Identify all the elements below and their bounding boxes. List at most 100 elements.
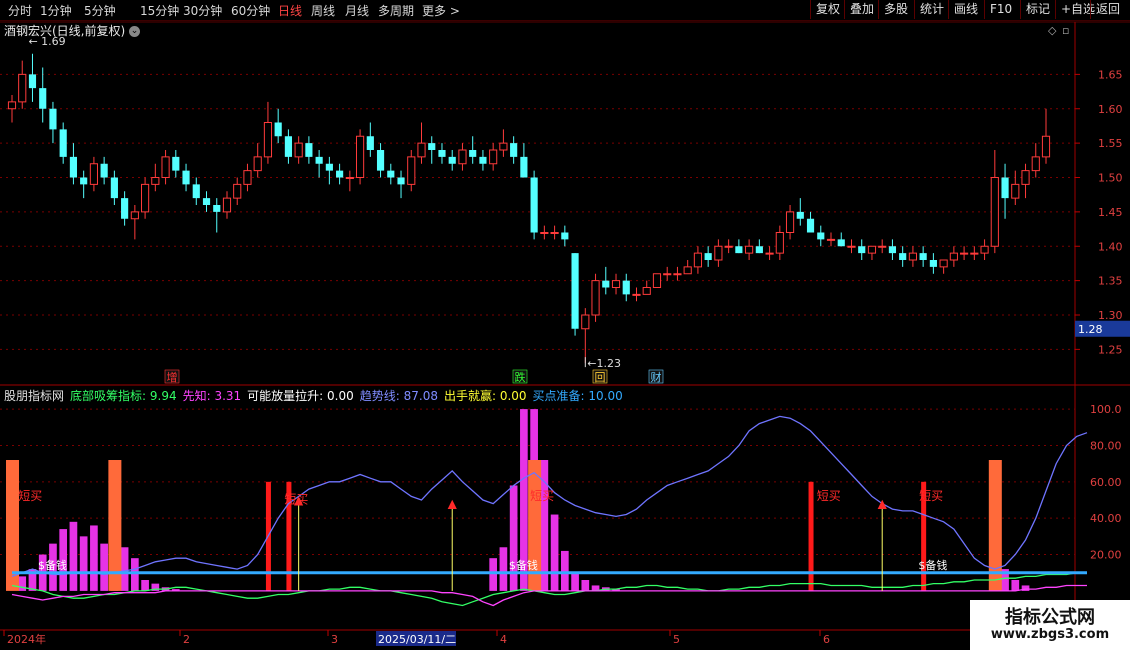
price-tick-label: 1.45 [1098, 206, 1123, 219]
candle [581, 308, 590, 364]
candle [929, 253, 937, 274]
candle-body [366, 136, 374, 150]
accumulation-bar [18, 576, 27, 591]
candle-body [80, 177, 88, 185]
candle [693, 246, 703, 274]
candle-body [448, 156, 456, 164]
candle [438, 143, 446, 164]
candle [970, 246, 979, 260]
candle-body [642, 287, 651, 295]
candle-body [550, 232, 559, 234]
candle [233, 177, 242, 205]
candle [376, 143, 385, 178]
x-tick-label: 5 [673, 633, 680, 646]
prepare-money-label: $备钱 [918, 558, 947, 572]
candle [775, 225, 784, 260]
candle-body [735, 246, 743, 254]
price-tick-label: 1.40 [1098, 240, 1123, 253]
candle [294, 136, 303, 164]
price-tick-label: 1.50 [1098, 172, 1123, 185]
candle [407, 150, 416, 192]
event-marker-label[interactable]: 增 [167, 370, 178, 384]
chart-canvas: ◇ ▫ 1.65 1.60 1.55 1.50 1.45 1.40 1.35 1.30 1.25… [0, 21, 1130, 646]
candle-body [110, 177, 118, 199]
buy-arrow-icon: ▲ [878, 497, 888, 511]
candle [867, 245, 877, 260]
candle [49, 101, 57, 144]
watermark-url: www.zbgs3.com [990, 627, 1110, 642]
price-tick-label: 1.60 [1098, 103, 1123, 116]
candle-body [336, 170, 344, 178]
x-tick-label: 2024年 [7, 632, 46, 646]
candle [530, 170, 538, 240]
diamond-icon[interactable]: ◇ [1048, 24, 1057, 37]
x-tick-label: 6 [823, 633, 830, 646]
short-buy-label: 短买 [530, 489, 554, 503]
accumulation-bar [571, 572, 579, 591]
price-tick-label: 1.65 [1098, 68, 1123, 81]
candle-body [274, 122, 282, 137]
candle [499, 129, 508, 157]
candle [100, 156, 108, 185]
candle-body [980, 245, 989, 254]
candle [366, 122, 374, 157]
candle [878, 239, 887, 254]
candle [571, 253, 579, 336]
candle [888, 239, 897, 260]
candle-body [182, 170, 190, 185]
candle-body [59, 129, 67, 157]
event-marker-label[interactable]: 财 [651, 370, 662, 384]
x-cursor-label: 2025/03/11/二 [378, 633, 456, 646]
candle [355, 129, 365, 185]
candle-body [294, 142, 303, 158]
candle-body [571, 253, 579, 329]
candle-body [121, 198, 129, 219]
candle [847, 239, 856, 254]
candle-body [397, 177, 405, 185]
candle [960, 246, 969, 260]
candle-body [479, 156, 487, 164]
candle [899, 246, 907, 267]
candle [540, 225, 549, 240]
candle-body [806, 218, 815, 233]
candle-body [315, 156, 323, 164]
candle-body [161, 156, 170, 178]
candle-body [673, 273, 682, 276]
candle [458, 143, 467, 171]
candle-body [520, 156, 528, 178]
accumulation-bar [69, 521, 78, 591]
accumulation-bar [90, 525, 98, 591]
candle-body [540, 232, 549, 234]
high-price-label: ← 1.69 [28, 35, 65, 48]
candle [632, 287, 641, 302]
candle [161, 150, 170, 185]
window-icon[interactable]: ▫ [1062, 24, 1069, 37]
candle-body [172, 156, 180, 171]
candle [806, 211, 815, 233]
candle-body [222, 197, 232, 213]
candle-body [510, 143, 518, 157]
event-marker-label[interactable]: 跌 [515, 370, 526, 384]
accumulation-bar [489, 558, 498, 591]
candle [1021, 163, 1030, 199]
prepare-money-label: $备钱 [509, 558, 538, 572]
candle [345, 170, 354, 192]
candle-body [970, 252, 979, 255]
buy-arrow-icon: ▲ [448, 497, 458, 511]
candle-body [602, 280, 610, 288]
candle-body [745, 245, 754, 254]
candle [172, 150, 180, 178]
candle-body [89, 163, 98, 185]
candle [151, 163, 160, 192]
candle [683, 260, 692, 275]
candle-body [591, 280, 600, 316]
candle-body [489, 149, 498, 165]
candle-body [233, 183, 242, 199]
candle [611, 273, 621, 295]
event-marker-label[interactable]: 回 [595, 371, 606, 384]
candle-body [530, 177, 538, 233]
candle-body [817, 232, 825, 240]
accumulation-bar [550, 514, 559, 591]
candle [939, 259, 948, 274]
candle-body [1021, 170, 1030, 185]
